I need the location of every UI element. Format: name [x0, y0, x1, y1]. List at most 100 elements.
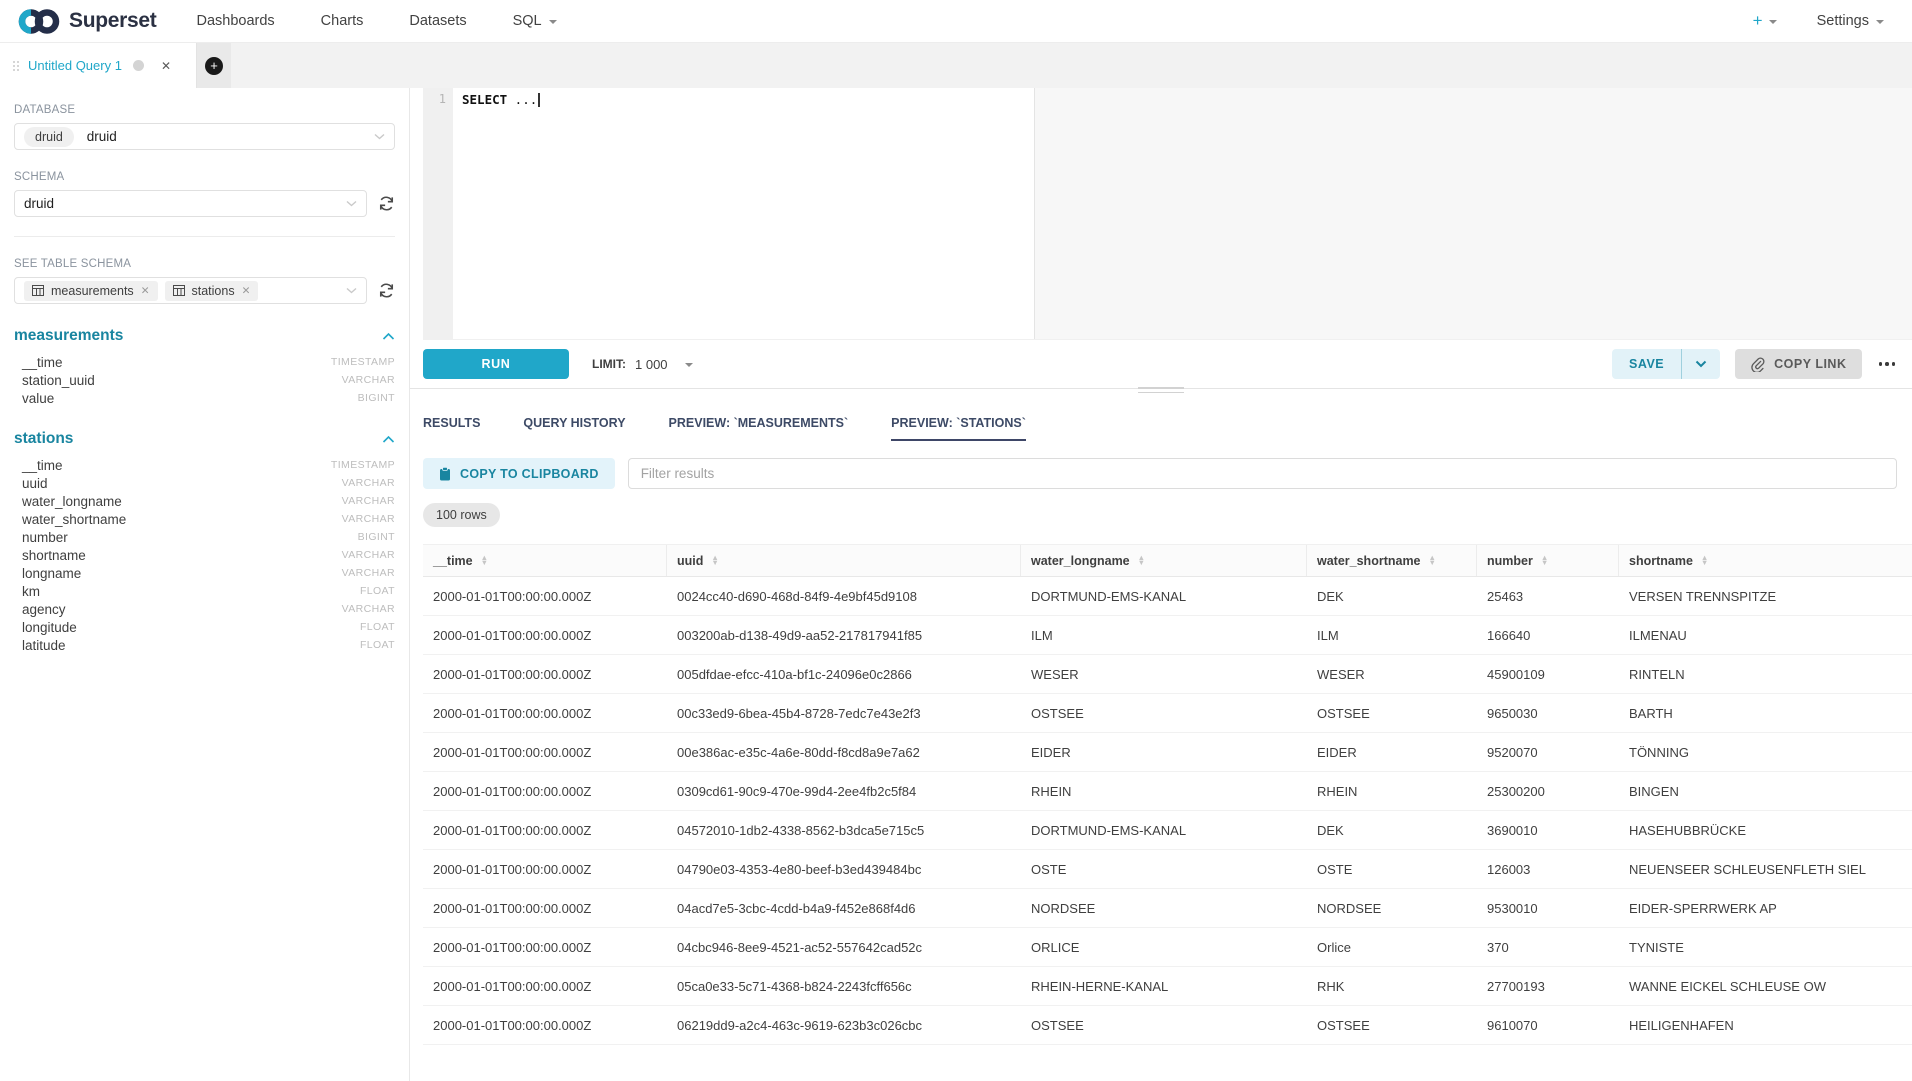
table-cell: WESER: [1021, 667, 1307, 682]
tab-preview-stations[interactable]: PREVIEW: `STATIONS`: [891, 416, 1026, 441]
pane-resize-handle[interactable]: [1136, 385, 1186, 395]
sql-keyword: SELECT: [462, 92, 507, 107]
sort-icon[interactable]: ▲▼: [711, 556, 718, 565]
column-header-water-longname[interactable]: water_longname▲▼: [1021, 545, 1307, 576]
table-row[interactable]: 2000-01-01T00:00:00.000Z04cbc946-8ee9-45…: [423, 928, 1912, 967]
copy-to-clipboard-button[interactable]: COPY TO CLIPBOARD: [423, 458, 615, 489]
table-row[interactable]: 2000-01-01T00:00:00.000Z003200ab-d138-49…: [423, 616, 1912, 655]
close-tab-icon[interactable]: ✕: [161, 59, 171, 73]
table-pill-stations[interactable]: stations✕: [165, 281, 259, 301]
superset-brand[interactable]: Superset: [18, 8, 156, 35]
schema-table-measurements: measurements__timeTIMESTAMPstation_uuidV…: [14, 327, 395, 407]
query-tab-title[interactable]: Untitled Query 1: [28, 58, 122, 73]
tab-query-history[interactable]: QUERY HISTORY: [523, 416, 625, 441]
save-dropdown-toggle[interactable]: [1682, 349, 1720, 379]
column-header-number[interactable]: number ▲▼: [1477, 545, 1619, 576]
table-cell: 2000-01-01T00:00:00.000Z: [423, 745, 667, 760]
database-select[interactable]: druid druid: [14, 123, 395, 150]
table-row[interactable]: 2000-01-01T00:00:00.000Z04790e03-4353-4e…: [423, 850, 1912, 889]
table-cell: 2000-01-01T00:00:00.000Z: [423, 784, 667, 799]
table-row[interactable]: 2000-01-01T00:00:00.000Z06219dd9-a2c4-46…: [423, 1006, 1912, 1045]
table-cell: 9520070: [1477, 745, 1619, 760]
sort-icon[interactable]: ▲▼: [1138, 556, 1145, 565]
table-schema-select[interactable]: measurements✕ stations✕: [14, 277, 367, 304]
table-row[interactable]: 2000-01-01T00:00:00.000Z05ca0e33-5c71-43…: [423, 967, 1912, 1006]
more-options-icon[interactable]: [1877, 358, 1898, 370]
nav-item-charts[interactable]: Charts: [321, 13, 364, 29]
table-row[interactable]: 2000-01-01T00:00:00.000Z0309cd61-90c9-47…: [423, 772, 1912, 811]
column-header-water-shortname[interactable]: water_shortname▲▼: [1307, 545, 1477, 576]
table-cell: HEILIGENHAFEN: [1619, 1018, 1912, 1033]
table-row[interactable]: 2000-01-01T00:00:00.000Z00e386ac-e35c-4a…: [423, 733, 1912, 772]
refresh-tables-icon[interactable]: [378, 282, 395, 299]
column-type: VARCHAR: [342, 603, 395, 615]
table-icon: [32, 285, 44, 296]
brand-name: Superset: [69, 9, 156, 33]
column-header-uuid[interactable]: uuid▲▼: [667, 545, 1021, 576]
schema-table-header[interactable]: stations: [14, 430, 395, 448]
refresh-schema-icon[interactable]: [378, 195, 395, 212]
sql-editor[interactable]: 1 SELECT ...: [423, 88, 1912, 340]
table-row[interactable]: 2000-01-01T00:00:00.000Z005dfdae-efcc-41…: [423, 655, 1912, 694]
settings-menu[interactable]: Settings: [1817, 13, 1884, 29]
copy-link-button[interactable]: COPY LINK: [1735, 349, 1861, 379]
chevron-down-icon: [346, 200, 357, 207]
table-cell: 370: [1477, 940, 1619, 955]
table-row[interactable]: 2000-01-01T00:00:00.000Z04acd7e5-3cbc-4c…: [423, 889, 1912, 928]
column-name: water_longname: [22, 494, 122, 509]
column-header-label: number: [1487, 554, 1533, 568]
filter-results-input[interactable]: [628, 458, 1897, 489]
save-button[interactable]: SAVE: [1612, 349, 1720, 379]
table-pills: measurements✕ stations✕: [24, 281, 265, 301]
caret-down-icon: [1769, 20, 1777, 24]
run-button[interactable]: RUN: [423, 349, 569, 379]
column-header-time[interactable]: __time▲▼: [423, 545, 667, 576]
remove-table-icon[interactable]: ✕: [242, 285, 251, 297]
query-state-dot: [133, 60, 144, 71]
remove-table-icon[interactable]: ✕: [141, 285, 150, 297]
table-cell: 2000-01-01T00:00:00.000Z: [423, 1018, 667, 1033]
limit-dropdown[interactable]: LIMIT: 1 000: [592, 357, 693, 372]
query-tab[interactable]: Untitled Query 1 ✕: [0, 43, 197, 88]
sort-icon[interactable]: ▲▼: [481, 556, 488, 565]
schema-select[interactable]: druid: [14, 190, 367, 217]
query-tab-strip: Untitled Query 1 ✕ +: [0, 43, 1912, 88]
save-label[interactable]: SAVE: [1612, 349, 1681, 379]
sort-icon[interactable]: ▲▼: [1541, 556, 1548, 565]
nav-item-sql[interactable]: SQL: [513, 13, 557, 29]
column-name: longitude: [22, 620, 77, 635]
editor-code-area[interactable]: SELECT ...: [453, 88, 1912, 339]
table-cell: EIDER: [1021, 745, 1307, 760]
table-row[interactable]: 2000-01-01T00:00:00.000Z0024cc40-d690-46…: [423, 577, 1912, 616]
print-margin-line: [1034, 88, 1035, 339]
chevron-up-icon[interactable]: [382, 435, 395, 444]
superset-logo-icon: [18, 8, 60, 35]
tab-results[interactable]: RESULTS: [423, 416, 480, 441]
table-icon: [173, 285, 185, 296]
column-type: VARCHAR: [342, 477, 395, 489]
new-tab-button[interactable]: +: [205, 57, 223, 75]
sort-icon[interactable]: ▲▼: [1429, 556, 1436, 565]
table-row[interactable]: 2000-01-01T00:00:00.000Z04572010-1db2-43…: [423, 811, 1912, 850]
nav-item-label: SQL: [513, 13, 542, 29]
schema-table-header[interactable]: measurements: [14, 327, 395, 345]
table-cell: RHK: [1307, 979, 1477, 994]
drag-handle-icon[interactable]: [13, 61, 19, 71]
column-row: valueBIGINT: [14, 389, 395, 407]
nav-item-dashboards[interactable]: Dashboards: [196, 13, 274, 29]
table-cell: BARTH: [1619, 706, 1912, 721]
table-row[interactable]: 2000-01-01T00:00:00.000Z00c33ed9-6bea-45…: [423, 694, 1912, 733]
column-type: FLOAT: [360, 639, 395, 651]
print-margin-area: [1035, 88, 1912, 339]
sort-icon[interactable]: ▲▼: [1701, 556, 1708, 565]
column-header-shortname[interactable]: shortname▲▼: [1619, 545, 1912, 576]
table-cell: TÖNNING: [1619, 745, 1912, 760]
chevron-up-icon[interactable]: [382, 332, 395, 341]
new-item-menu[interactable]: +: [1753, 11, 1777, 31]
top-navbar: Superset Dashboards Charts Datasets SQL + S…: [0, 0, 1912, 43]
table-cell: OSTE: [1307, 862, 1477, 877]
nav-item-datasets[interactable]: Datasets: [409, 13, 466, 29]
table-cell: 3690010: [1477, 823, 1619, 838]
tab-preview-measurements[interactable]: PREVIEW: `MEASUREMENTS`: [669, 416, 849, 441]
table-pill-measurements[interactable]: measurements✕: [24, 281, 158, 301]
